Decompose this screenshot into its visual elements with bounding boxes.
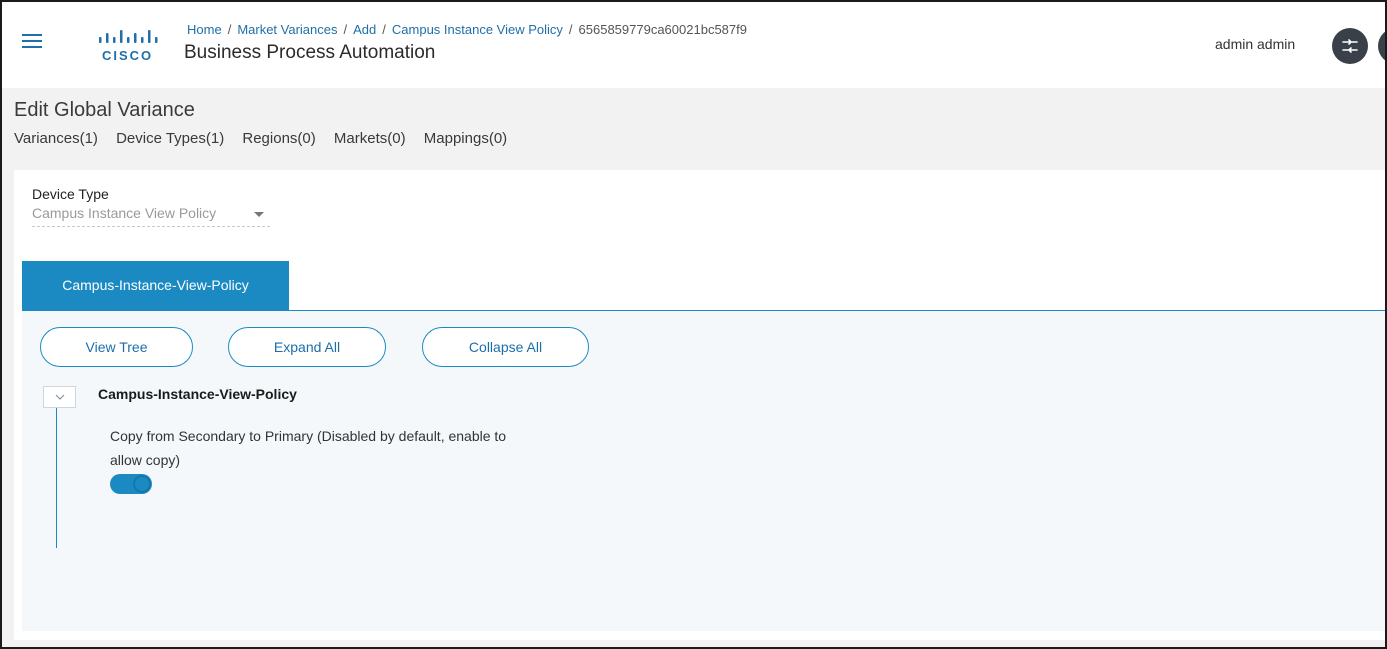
tree-connector-line: [56, 408, 57, 548]
tree-collapse-toggle[interactable]: [43, 386, 76, 408]
device-type-label: Device Type: [32, 186, 109, 202]
copy-secondary-to-primary-label: Copy from Secondary to Primary (Disabled…: [110, 428, 507, 468]
breadcrumb-campus-instance-view-policy[interactable]: Campus Instance View Policy: [392, 22, 563, 37]
breadcrumb-current-id: 6565859779ca60021bc587f9: [578, 22, 747, 37]
breadcrumb-add[interactable]: Add: [353, 22, 376, 37]
copy-secondary-to-primary-toggle[interactable]: [110, 474, 152, 494]
policy-panel: View Tree Expand All Collapse All Campus…: [22, 311, 1385, 631]
device-type-select[interactable]: Campus Instance View Policy: [32, 203, 270, 227]
device-type-value: Campus Instance View Policy: [32, 205, 217, 221]
top-header: CISCO Home / Market Variances / Add / Campus I…: [2, 2, 1385, 88]
network-apps-icon[interactable]: [1332, 28, 1368, 64]
expand-all-button[interactable]: Expand All: [228, 327, 386, 367]
hamburger-menu-icon[interactable]: [22, 34, 42, 48]
subtab-mappings[interactable]: Mappings(0): [424, 130, 507, 147]
policy-tabs: Campus-Instance-View-Policy: [22, 261, 1385, 311]
subtab-device-types[interactable]: Device Types(1): [116, 130, 224, 147]
breadcrumb: Home / Market Variances / Add / Campus Instanc…: [187, 22, 747, 37]
chevron-down-icon: [55, 394, 65, 400]
tab-campus-instance-view-policy[interactable]: Campus-Instance-View-Policy: [22, 261, 289, 311]
logo-text: CISCO: [102, 48, 154, 63]
cisco-logo[interactable]: CISCO: [97, 29, 163, 63]
subtab-regions[interactable]: Regions(0): [242, 130, 315, 147]
toggle-knob: [133, 475, 151, 493]
view-tree-button[interactable]: View Tree: [40, 327, 193, 367]
page-title: Edit Global Variance: [14, 99, 195, 121]
user-menu[interactable]: admin admin: [1215, 36, 1295, 52]
app-frame: CISCO Home / Market Variances / Add / Campus I…: [0, 0, 1387, 649]
secondary-apps-icon[interactable]: [1378, 28, 1385, 64]
tree-node-title: Campus-Instance-View-Policy: [98, 386, 297, 402]
chevron-down-icon: [254, 212, 264, 217]
app-title: Business Process Automation: [184, 42, 436, 63]
variance-card: Device Type Campus Instance View Policy …: [14, 170, 1385, 640]
subtab-variances[interactable]: Variances(1): [14, 130, 98, 147]
collapse-all-button[interactable]: Collapse All: [422, 327, 589, 367]
subtabs: Variances(1) Device Types(1) Regions(0) …: [14, 130, 521, 147]
breadcrumb-home[interactable]: Home: [187, 22, 222, 37]
subtab-markets[interactable]: Markets(0): [334, 130, 406, 147]
breadcrumb-market-variances[interactable]: Market Variances: [237, 22, 337, 37]
